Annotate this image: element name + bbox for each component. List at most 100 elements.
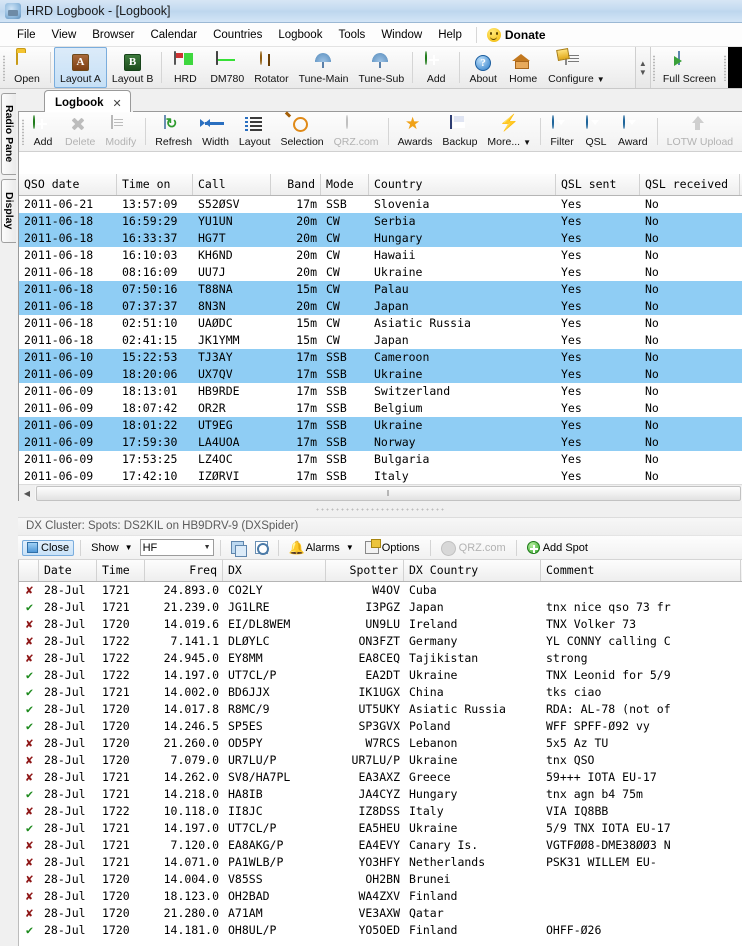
table-row[interactable]: ✘ 28-Jul 1722 24.945.0 EY8MM EA8CEQ Tajikistan…: [19, 650, 742, 667]
logbook-awards-button[interactable]: ★ Awards: [393, 112, 438, 151]
table-row[interactable]: ✘ 28-Jul 1721 24.893.0 CO2LY W4OV Cuba: [19, 582, 742, 599]
logbook-selection-button[interactable]: Selection: [275, 112, 328, 151]
table-row[interactable]: 2011-06-18 07:50:16 T88NA 15m CW Palau Yes No: [19, 281, 742, 298]
logbook-backup-button[interactable]: Backup: [437, 112, 482, 151]
horizontal-splitter[interactable]: [18, 501, 742, 517]
scroll-left-icon[interactable]: ◀: [19, 486, 35, 501]
toolbar-configure-button[interactable]: Configure ▼: [543, 47, 609, 88]
table-row[interactable]: 2011-06-09 17:59:30 LA4UOA 17m SSB Norway Yes N…: [19, 434, 742, 451]
menu-view[interactable]: View: [44, 27, 85, 43]
table-row[interactable]: 2011-06-10 15:22:53 TJ3AY 17m SSB Cameroon Yes…: [19, 349, 742, 366]
table-row[interactable]: 2011-06-18 08:16:09 UU7J 20m CW Ukraine Yes No: [19, 264, 742, 281]
dx-show-menu[interactable]: Show ▼: [87, 540, 136, 556]
rail-tab-radio-pane[interactable]: Radio Pane: [1, 93, 16, 175]
table-row[interactable]: ✘ 28-Jul 1721 7.120.0 EA8AKG/P EA4EVY Canary I…: [19, 837, 742, 854]
table-row[interactable]: ✘ 28-Jul 1720 14.019.6 EI/DL8WEM UN9LU Ireland…: [19, 616, 742, 633]
toolbar-dm780-button[interactable]: DM780: [205, 47, 249, 88]
logbook-more-button[interactable]: ⚡ More... ▼: [482, 112, 536, 151]
dx-column-header[interactable]: DX Country: [404, 560, 541, 581]
table-row[interactable]: ✘ 28-Jul 1722 7.141.1 DLØYLC ON3FZT Germany YL …: [19, 633, 742, 650]
dx-copy-button[interactable]: [227, 539, 248, 557]
dx-column-header[interactable]: Spotter: [326, 560, 404, 581]
logbook-column-header[interactable]: Band: [271, 174, 321, 195]
table-row[interactable]: 2011-06-09 18:13:01 HB9RDE 17m SSB Switzerlan…: [19, 383, 742, 400]
rail-tab-display[interactable]: Display: [1, 179, 16, 243]
logbook-refresh-button[interactable]: Refresh: [150, 112, 197, 151]
dx-column-header[interactable]: DX: [223, 560, 326, 581]
logbook-horizontal-scrollbar[interactable]: ◀ ‖: [19, 484, 742, 501]
logbook-award-button[interactable]: Award: [613, 112, 653, 151]
table-row[interactable]: ✘ 28-Jul 1720 7.079.0 UR7LU/P UR7LU/P Ukraine t…: [19, 752, 742, 769]
dx-column-header[interactable]: Freq: [145, 560, 223, 581]
close-icon[interactable]: ✕: [113, 97, 122, 110]
chevron-down-icon[interactable]: ▼: [204, 544, 211, 551]
tab-logbook[interactable]: Logbook ✕: [44, 90, 131, 112]
scrollbar-track[interactable]: ‖: [35, 485, 742, 501]
toolbar-grip[interactable]: [651, 47, 658, 88]
toolbar-home-button[interactable]: Home: [503, 47, 543, 88]
logbook-layout-button[interactable]: Layout: [234, 112, 276, 151]
menu-window[interactable]: Window: [373, 27, 430, 43]
dx-alarms-button[interactable]: 🔔 Alarms ▼: [285, 539, 358, 556]
table-row[interactable]: ✔ 28-Jul 1720 14.246.5 SP5ES SP3GVX Poland WFF …: [19, 718, 742, 735]
table-row[interactable]: 2011-06-18 16:33:37 HG7T 20m CW Hungary Yes No: [19, 230, 742, 247]
dx-band-filter-combo[interactable]: HF ▼: [139, 539, 214, 556]
toolbar-grip[interactable]: [721, 47, 728, 88]
toolbar-open-button[interactable]: Open: [7, 47, 47, 88]
table-row[interactable]: ✘ 28-Jul 1720 18.123.0 OH2BAD WA4ZXV Finland: [19, 888, 742, 905]
logbook-column-header[interactable]: Time on: [117, 174, 193, 195]
table-row[interactable]: ✘ 28-Jul 1720 21.280.0 A71AM VE3AXW Qatar: [19, 905, 742, 922]
menu-help[interactable]: Help: [430, 27, 470, 43]
table-row[interactable]: 2011-06-21 13:57:09 S52ØSV 17m SSB Slovenia Ye…: [19, 196, 742, 213]
table-row[interactable]: 2011-06-18 02:51:10 UAØDC 15m CW Asiatic Russ…: [19, 315, 742, 332]
logbook-filter-button[interactable]: Filter: [545, 112, 579, 151]
dx-column-header[interactable]: [19, 560, 39, 581]
toolbar-rotator-button[interactable]: Rotator: [249, 47, 293, 88]
table-row[interactable]: 2011-06-09 17:53:25 LZ4OC 17m SSB Bulgaria Yes…: [19, 451, 742, 468]
table-row[interactable]: ✔ 28-Jul 1721 14.002.0 BD6JJX IK1UGX China tks …: [19, 684, 742, 701]
toolbar-about-button[interactable]: ? About: [463, 47, 503, 88]
logbook-column-header[interactable]: Mode: [321, 174, 369, 195]
toolbar-add-button[interactable]: Add: [416, 47, 456, 88]
dx-column-header[interactable]: Date: [39, 560, 97, 581]
menu-browser[interactable]: Browser: [84, 27, 142, 43]
table-row[interactable]: 2011-06-09 17:42:10 IZØRVI 17m SSB Italy Yes No: [19, 468, 742, 485]
toolbar-layout-a-button[interactable]: A Layout A: [54, 47, 107, 88]
toolbar-overflow-spinner[interactable]: ▲ ▼: [634, 47, 651, 88]
table-row[interactable]: ✘ 28-Jul 1720 14.004.0 V85SS OH2BN Brunei: [19, 871, 742, 888]
menu-countries[interactable]: Countries: [205, 27, 270, 43]
table-row[interactable]: ✘ 28-Jul 1720 21.260.0 OD5PY W7RCS Lebanon 5x5 …: [19, 735, 742, 752]
logbook-width-button[interactable]: Width: [197, 112, 234, 151]
logbook-qsl-button[interactable]: QSL: [579, 112, 613, 151]
table-row[interactable]: ✘ 28-Jul 1721 14.071.0 PA1WLB/P YO3HFY Netherl…: [19, 854, 742, 871]
logbook-column-header[interactable]: Call: [193, 174, 271, 195]
toolbar-full-screen-button[interactable]: Full Screen: [658, 47, 721, 88]
logbook-add-button[interactable]: Add: [26, 112, 60, 151]
scrollbar-thumb[interactable]: ‖: [36, 485, 741, 501]
toolbar-tune-sub-button[interactable]: Tune-Sub: [353, 47, 409, 88]
logbook-column-header[interactable]: QSO date: [19, 174, 117, 195]
table-row[interactable]: ✔ 28-Jul 1720 14.181.0 OH8UL/P YO5OED Finland O…: [19, 922, 742, 939]
table-row[interactable]: ✔ 28-Jul 1721 14.197.0 UT7CL/P EA5HEU Ukraine 5…: [19, 820, 742, 837]
table-row[interactable]: ✔ 28-Jul 1720 14.017.8 R8MC/9 UT5UKY Asiatic R…: [19, 701, 742, 718]
dx-close-button[interactable]: Close: [22, 539, 75, 556]
menu-donate[interactable]: Donate: [483, 27, 550, 42]
logbook-grid-body[interactable]: 2011-06-21 13:57:09 S52ØSV 17m SSB Slovenia Ye…: [19, 196, 742, 485]
toolbar-tune-main-button[interactable]: Tune-Main: [294, 47, 354, 88]
table-row[interactable]: 2011-06-09 18:07:42 OR2R 17m SSB Belgium Yes No: [19, 400, 742, 417]
dx-options-button[interactable]: Options: [361, 539, 424, 556]
toolbar-grip[interactable]: [0, 47, 7, 88]
logbook-column-header[interactable]: QSL sent: [556, 174, 640, 195]
menu-logbook[interactable]: Logbook: [270, 27, 330, 43]
table-row[interactable]: 2011-06-18 16:10:03 KH6ND 20m CW Hawaii Yes No: [19, 247, 742, 264]
menu-calendar[interactable]: Calendar: [142, 27, 205, 43]
table-row[interactable]: 2011-06-18 07:37:37 8N3N 20m CW Japan Yes No: [19, 298, 742, 315]
table-row[interactable]: ✔ 28-Jul 1721 14.218.0 HA8IB JA4CYZ Hungary tnx…: [19, 786, 742, 803]
toolbar-hrd-button[interactable]: HRD: [165, 47, 205, 88]
table-row[interactable]: 2011-06-18 02:41:15 JK1YMM 15m CW Japan Yes No: [19, 332, 742, 349]
dx-cluster-grid-body[interactable]: ✘ 28-Jul 1721 24.893.0 CO2LY W4OV Cuba ✔ 28-Jul 1…: [19, 582, 742, 939]
table-row[interactable]: 2011-06-18 16:59:29 YU1UN 20m CW Serbia Yes No: [19, 213, 742, 230]
logbook-column-header[interactable]: Country: [369, 174, 556, 195]
toolbar-grip[interactable]: [19, 112, 26, 151]
menu-file[interactable]: File: [9, 27, 44, 43]
